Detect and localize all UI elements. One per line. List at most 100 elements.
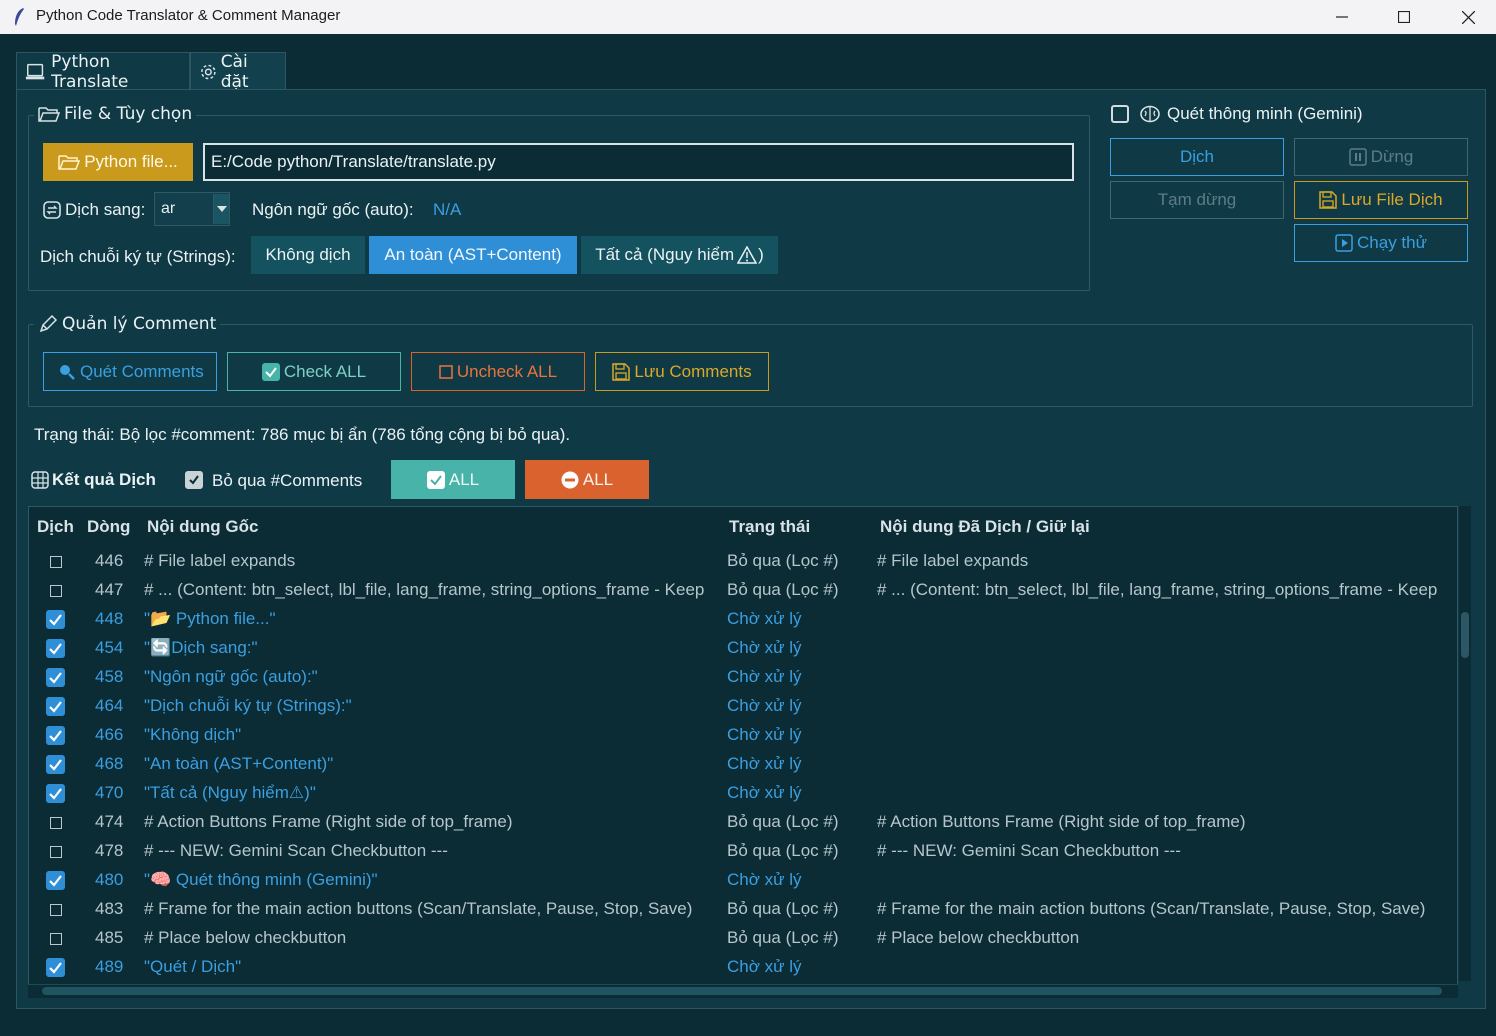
row-checkbox[interactable]	[50, 846, 62, 858]
select-all-button[interactable]: ALL	[391, 460, 515, 499]
strings-option-safe[interactable]: An toàn (AST+Content)	[369, 236, 577, 274]
table-row[interactable]: 485 # Place below checkbutton Bỏ qua (Lọc …	[29, 924, 1457, 953]
row-checkbox[interactable]	[50, 585, 62, 597]
row-original-text: # ... (Content: btn_select, lbl_file, la…	[144, 580, 705, 599]
row-checkbox[interactable]	[46, 610, 65, 629]
row-original-text: "Tất cả (Nguy hiểm⚠)"	[144, 783, 316, 802]
column-header-translate[interactable]: Dịch	[37, 517, 74, 537]
check-all-button[interactable]: Check ALL	[227, 352, 401, 391]
row-status: Bỏ qua (Lọc #)	[727, 812, 839, 831]
column-header-original[interactable]: Nội dung Gốc	[147, 517, 258, 537]
row-line-number: 480	[95, 870, 124, 889]
gear-icon	[201, 64, 216, 79]
table-row[interactable]: 458 "Ngôn ngữ gốc (auto):" Chờ xử lý	[29, 663, 1457, 692]
tab-settings[interactable]: Cài đặt	[190, 51, 286, 92]
table-row[interactable]: 464 "Dịch chuỗi ký tự (Strings):" Chờ xử l…	[29, 692, 1457, 721]
title-bar: Python Code Translator & Comment Manager	[0, 0, 1496, 34]
row-checkbox[interactable]	[46, 871, 65, 890]
table-icon	[31, 471, 49, 489]
table-row[interactable]: 466 "Không dịch" Chờ xử lý	[29, 721, 1457, 750]
repeat-icon	[43, 201, 61, 219]
strings-option-none[interactable]: Không dịch	[251, 236, 365, 274]
check-icon	[49, 643, 62, 655]
table-row[interactable]: 489 "Quét / Dịch" Chờ xử lý	[29, 953, 1457, 982]
vertical-scrollbar[interactable]	[1459, 506, 1471, 981]
strings-option-all[interactable]: Tất cả (Nguy hiểm )	[581, 236, 778, 274]
comment-manager-title: Quản lý Comment	[34, 314, 221, 334]
row-checkbox[interactable]	[50, 817, 62, 829]
row-checkbox[interactable]	[46, 784, 65, 803]
python-file-button[interactable]: Python file...	[43, 143, 193, 181]
row-line-number: 468	[95, 754, 124, 773]
column-header-line[interactable]: Dòng	[87, 517, 130, 537]
row-original-text: "An toàn (AST+Content)"	[144, 754, 334, 773]
check-icon	[49, 701, 62, 713]
row-line-number: 464	[95, 696, 124, 715]
laptop-icon	[25, 63, 45, 79]
row-line-number: 489	[95, 957, 124, 976]
translate-to-label: Dịch sang:	[42, 200, 145, 220]
play-icon	[1335, 234, 1353, 252]
table-row[interactable]: 454 "🔄Dịch sang:" Chờ xử lý	[29, 634, 1457, 663]
table-row[interactable]: 480 "🧠 Quét thông minh (Gemini)" Chờ xử lý	[29, 866, 1457, 895]
horizontal-scroll-thumb[interactable]	[42, 987, 1442, 995]
file-options-title: File & Tùy chọn	[34, 104, 197, 124]
row-checkbox[interactable]	[46, 668, 65, 687]
chevron-down-icon	[213, 194, 229, 224]
scan-comments-button[interactable]: Quét Comments	[43, 352, 217, 391]
row-line-number: 470	[95, 783, 124, 802]
row-checkbox[interactable]	[46, 755, 65, 774]
stop-button[interactable]: Dừng	[1294, 138, 1468, 176]
table-row[interactable]: 478 # --- NEW: Gemini Scan Checkbutton --…	[29, 837, 1457, 866]
row-checkbox[interactable]	[46, 958, 65, 977]
table-row[interactable]: 468 "An toàn (AST+Content)" Chờ xử lý	[29, 750, 1457, 779]
row-checkbox[interactable]	[50, 556, 62, 568]
row-status: Bỏ qua (Lọc #)	[727, 899, 839, 918]
row-checkbox[interactable]	[46, 726, 65, 745]
column-header-status[interactable]: Trạng thái	[729, 517, 810, 537]
row-checkbox[interactable]	[50, 933, 62, 945]
save-translation-button[interactable]: Lưu File Dịch	[1294, 181, 1468, 219]
table-row[interactable]: 474 # Action Buttons Frame (Right side of…	[29, 808, 1457, 837]
pause-button[interactable]: Tạm dừng	[1110, 181, 1284, 219]
table-row[interactable]: 470 "Tất cả (Nguy hiểm⚠)" Chờ xử lý	[29, 779, 1457, 808]
table-row[interactable]: 446 # File label expands Bỏ qua (Lọc #) # F…	[29, 547, 1457, 576]
maximize-button[interactable]	[1372, 0, 1436, 34]
uncheck-all-button[interactable]: Uncheck ALL	[411, 352, 585, 391]
row-checkbox[interactable]	[50, 904, 62, 916]
row-line-number: 485	[95, 928, 124, 947]
close-button[interactable]	[1436, 0, 1496, 34]
status-text: Trạng thái: Bộ lọc #comment: 786 mục bị …	[34, 425, 571, 444]
skip-comments-checkbox[interactable]	[185, 471, 203, 489]
table-row[interactable]: 483 # Frame for the main action buttons (…	[29, 895, 1457, 924]
deselect-all-button[interactable]: ALL	[525, 460, 649, 499]
row-line-number: 478	[95, 841, 124, 860]
row-checkbox[interactable]	[46, 697, 65, 716]
row-translated-text: # Frame for the main action buttons (Sca…	[877, 899, 1426, 918]
vertical-scroll-thumb[interactable]	[1461, 612, 1469, 658]
row-translated-text: # Place below checkbutton	[877, 928, 1080, 947]
table-row[interactable]: 448 "📂 Python file..." Chờ xử lý	[29, 605, 1457, 634]
results-table[interactable]: Dịch Dòng Nội dung Gốc Trạng thái Nội du…	[28, 506, 1458, 994]
smart-scan-checkbox[interactable]	[1111, 105, 1129, 123]
floppy-disk-icon	[612, 362, 631, 381]
translate-button[interactable]: Dịch	[1110, 138, 1284, 176]
check-icon	[49, 962, 62, 974]
row-line-number: 454	[95, 638, 124, 657]
feather-icon	[15, 8, 24, 26]
minimize-button[interactable]	[1310, 0, 1374, 34]
row-checkbox[interactable]	[46, 639, 65, 658]
source-lang-value: N/A	[433, 200, 462, 219]
tab-python-translate[interactable]: Python Translate	[16, 52, 190, 92]
test-run-button[interactable]: Chạy thử	[1294, 224, 1468, 262]
results-title: Kết quả Dịch	[31, 470, 156, 490]
file-path-input[interactable]: E:/Code python/Translate/translate.py	[203, 143, 1074, 181]
tab-label: Cài đặt	[220, 51, 249, 92]
table-row[interactable]: 447 # ... (Content: btn_select, lbl_file,…	[29, 576, 1457, 605]
column-header-translated[interactable]: Nội dung Đã Dịch / Giữ lại	[880, 517, 1090, 537]
window-title: Python Code Translator & Comment Manager	[36, 7, 341, 24]
save-comments-button[interactable]: Lưu Comments	[595, 352, 769, 391]
target-lang-select[interactable]: ar	[154, 192, 230, 226]
row-line-number: 474	[95, 812, 124, 831]
check-icon	[49, 614, 62, 626]
